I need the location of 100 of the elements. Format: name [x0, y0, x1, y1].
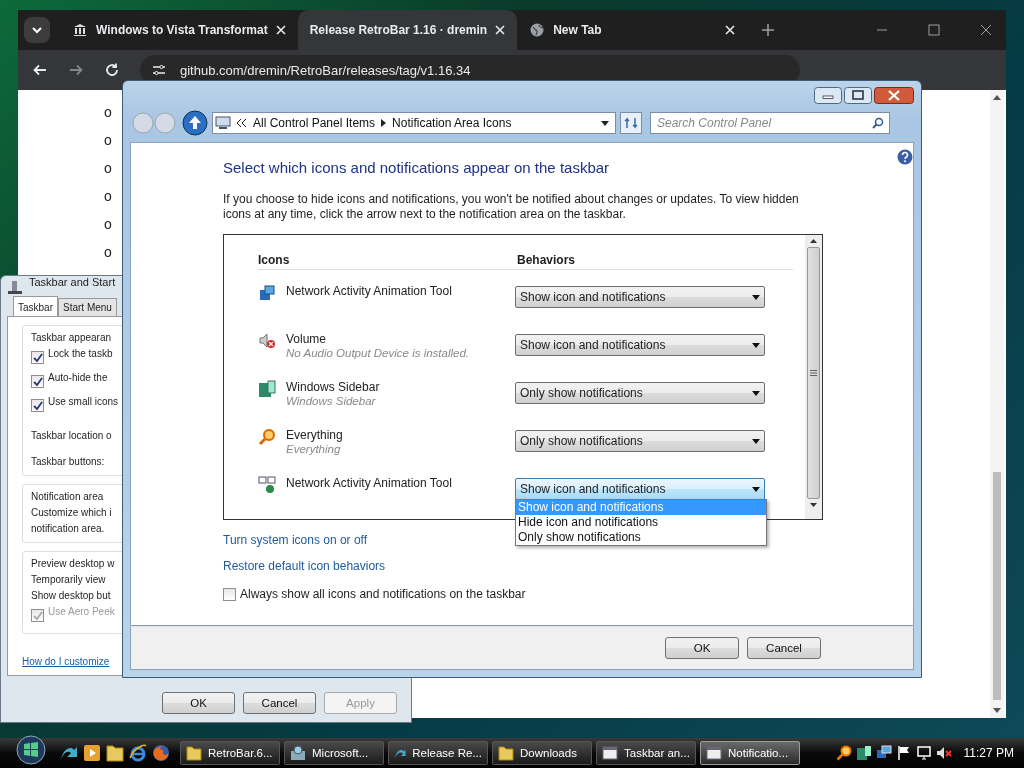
dialog-button[interactable]: OK	[665, 637, 739, 659]
folder-icon[interactable]	[106, 744, 124, 762]
search-icon[interactable]	[872, 117, 884, 129]
dropdown-arrow-icon[interactable]	[601, 120, 609, 126]
browser-tab[interactable]: Windows to Vista Transformat	[60, 10, 298, 50]
refresh-button[interactable]	[620, 112, 642, 134]
scroll-up-icon[interactable]	[993, 94, 1001, 100]
icon-name: Volume	[286, 332, 328, 346]
browser-tab[interactable]: Release RetroBar 1.16 · dremin	[297, 10, 518, 50]
behavior-dropdown[interactable]: Show icon and notifications	[515, 286, 765, 308]
breadcrumb-item[interactable]: All Control Panel Items	[253, 116, 376, 130]
close-icon[interactable]	[980, 24, 992, 36]
dropdown-arrow-icon[interactable]	[752, 438, 760, 444]
dropdown-arrow-icon[interactable]	[752, 294, 760, 300]
link[interactable]: Restore default icon behaviors	[223, 559, 386, 573]
scrollbar-thumb[interactable]	[807, 247, 820, 499]
site-settings-icon[interactable]	[152, 63, 166, 77]
window-icon	[706, 745, 722, 761]
start-button[interactable]	[14, 735, 48, 765]
list-bullet: o	[104, 104, 112, 121]
checkbox[interactable]	[223, 587, 236, 601]
network-icon[interactable]	[875, 745, 892, 761]
up-button[interactable]	[182, 110, 208, 136]
dropdown-option[interactable]: Only show notifications	[516, 530, 766, 545]
dropdown-arrow-icon[interactable]	[752, 486, 760, 492]
sidebar-icon[interactable]	[855, 745, 872, 761]
description-text: Temporarily view	[31, 574, 106, 585]
media-player-icon[interactable]	[83, 744, 101, 762]
reload-icon[interactable]	[104, 62, 120, 78]
behavior-dropdown[interactable]: Show icon and notifications	[515, 334, 765, 356]
list-bullet: o	[104, 160, 112, 177]
behavior-dropdown[interactable]: Only show notifications	[515, 430, 765, 452]
scroll-down-icon[interactable]	[810, 503, 817, 507]
address-bar[interactable]: All Control Panel Items Notification Area Icons	[212, 112, 616, 134]
taskbar-button[interactable]: RetroBar.6...	[180, 741, 280, 765]
help-link[interactable]: How do I customize	[22, 656, 110, 667]
magnifier-icon[interactable]	[835, 745, 852, 761]
scroll-up-icon[interactable]	[810, 239, 817, 243]
taskbar-button[interactable]: Microsoft...	[284, 741, 384, 765]
taskbar-button[interactable]: Release Re...	[388, 741, 488, 765]
breadcrumb-item[interactable]: Notification Area Icons	[392, 116, 512, 130]
field-label: Taskbar buttons:	[31, 456, 105, 467]
link[interactable]: Turn system icons on or off	[223, 533, 368, 547]
taskbar-properties-icon	[7, 279, 23, 295]
group-label: Preview desktop w	[31, 558, 115, 569]
back-icon[interactable]	[32, 62, 48, 78]
column-header: Behaviors	[517, 253, 576, 267]
icon-name: Network Activity Animation Tool	[286, 476, 452, 490]
window-icon	[602, 745, 618, 761]
dialog-button[interactable]: Cancel	[747, 637, 821, 659]
scrollbar[interactable]	[805, 235, 822, 519]
breadcrumb-arrow-icon[interactable]	[381, 119, 387, 127]
flag-icon[interactable]	[895, 745, 912, 761]
new-tab-icon[interactable]	[761, 23, 776, 37]
maximize-icon[interactable]	[928, 24, 940, 36]
dialog-button[interactable]: OK	[162, 692, 235, 714]
checkbox[interactable]	[31, 351, 44, 364]
dropdown-arrow-icon[interactable]	[752, 342, 760, 348]
muted-speaker-icon	[258, 332, 276, 350]
checkbox-label: Lock the taskb	[48, 348, 113, 359]
tab-list-button[interactable]	[24, 17, 50, 43]
muted-speaker-icon[interactable]	[935, 745, 952, 761]
icon-name: Network Activity Animation Tool	[286, 284, 452, 298]
taskbar-button[interactable]: Taskbar an...	[596, 741, 696, 765]
group-label: Taskbar appearan	[31, 332, 112, 343]
behavior-dropdown[interactable]: Only show notifications	[515, 382, 765, 404]
forward-icon[interactable]	[68, 62, 84, 78]
monitor-icon[interactable]	[915, 745, 932, 761]
clock[interactable]: 11:27 PM	[963, 746, 1014, 760]
icon-description: No Audio Output Device is installed.	[286, 347, 470, 359]
maximize-button[interactable]	[844, 87, 872, 104]
dropdown-arrow-icon[interactable]	[752, 390, 760, 396]
column-header: Icons	[258, 253, 291, 267]
chevron-icon[interactable]	[237, 119, 247, 127]
columns-icon	[72, 22, 88, 38]
dialog-tab[interactable]: Taskbar	[13, 296, 58, 316]
dropdown-option[interactable]: Hide icon and notifications	[516, 515, 766, 530]
checkbox[interactable]	[31, 375, 44, 388]
dialog-button[interactable]: Cancel	[243, 692, 316, 714]
list-bullet: o	[104, 216, 112, 233]
description-text: Show desktop but	[31, 590, 111, 601]
close-button[interactable]	[874, 87, 914, 104]
scrollbar[interactable]	[990, 90, 1004, 718]
page-heading: Select which icons and notifications appear on the taskbar	[223, 159, 611, 176]
behavior-dropdown[interactable]: Show icon and notifications	[515, 478, 765, 500]
browser-e-icon[interactable]	[129, 744, 147, 762]
fox-globe-icon[interactable]	[152, 744, 170, 762]
list-bullet: o	[104, 244, 112, 261]
scrollbar-thumb[interactable]	[993, 472, 1001, 700]
help-icon[interactable]	[897, 149, 913, 165]
dialog-tab[interactable]: Start Menu	[58, 298, 117, 316]
browser-tab[interactable]: New Tab	[517, 10, 748, 50]
scroll-down-icon[interactable]	[993, 708, 1001, 714]
minimize-button[interactable]	[814, 87, 842, 104]
search-field[interactable]: Search Control Panel	[650, 112, 890, 134]
icon-name: Everything	[286, 428, 343, 442]
checkbox[interactable]	[31, 399, 44, 412]
taskbar-button[interactable]: Notificatio...	[700, 741, 800, 765]
taskbar-button[interactable]: Downloads	[492, 741, 592, 765]
description-text: notification area.	[31, 523, 105, 534]
